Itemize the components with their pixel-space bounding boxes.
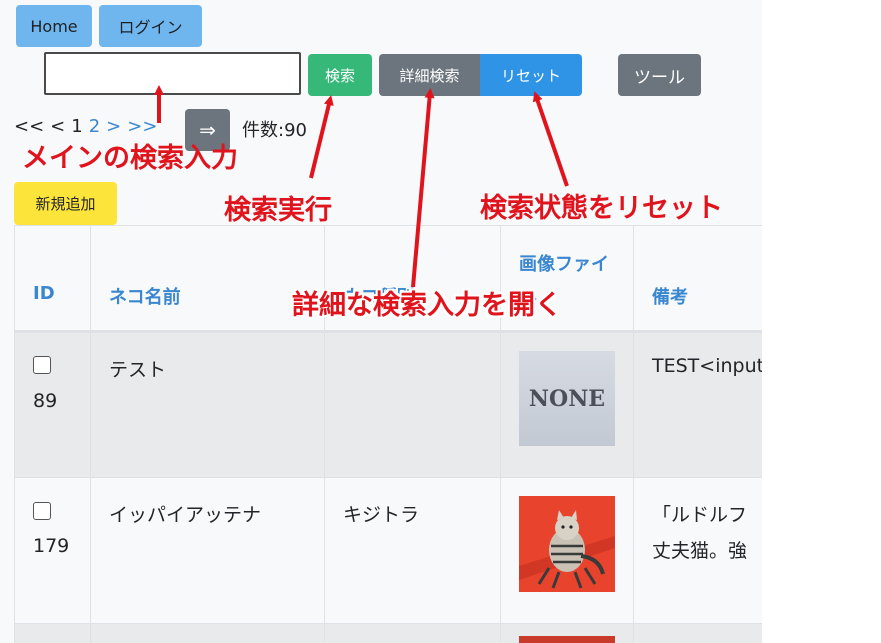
header-name[interactable]: ネコ名前: [109, 283, 181, 309]
annotation-main-search: メインの検索入力: [22, 143, 238, 174]
col-divider: [90, 225, 91, 643]
row-divider: [14, 623, 762, 624]
login-button[interactable]: ログイン: [99, 5, 202, 47]
pagination: << <1 2 > >>: [14, 116, 163, 137]
table-top-border: [14, 225, 762, 226]
col-divider: [633, 225, 634, 643]
row-id: 89: [33, 390, 58, 412]
cat-illustration: [519, 496, 615, 592]
annotation-run-search: 検索実行: [224, 195, 332, 226]
reset-button[interactable]: リセット: [480, 54, 582, 96]
row-image-thumbnail[interactable]: NONE: [519, 351, 615, 446]
home-button[interactable]: Home: [16, 5, 92, 47]
page-first-link[interactable]: <<: [14, 116, 44, 137]
none-image-text: NONE: [528, 385, 606, 412]
row-name: イッパイアッテナ: [109, 504, 262, 526]
page-next-link[interactable]: >: [106, 116, 121, 137]
row-id: 179: [33, 535, 70, 557]
page-prev-link[interactable]: <: [50, 116, 65, 137]
table-row: [14, 624, 762, 643]
tool-button[interactable]: ツール: [618, 54, 701, 96]
row-checkbox[interactable]: [33, 502, 51, 520]
new-record-button[interactable]: 新規追加: [14, 182, 117, 225]
row-note-line2: 丈夫猫。強: [652, 540, 748, 562]
annotation-reset-state: 検索状態をリセット: [480, 193, 723, 224]
row-note: TEST<input: [652, 355, 762, 377]
table-row: [14, 331, 762, 477]
detail-search-button[interactable]: 詳細検索: [379, 54, 480, 96]
record-count: 件数:90: [242, 120, 307, 141]
cat-photo-thumbnail[interactable]: [519, 496, 615, 592]
search-input[interactable]: [44, 52, 301, 95]
table-header-border: [14, 330, 762, 333]
header-id[interactable]: ID: [33, 283, 55, 304]
header-note[interactable]: 備考: [652, 283, 688, 309]
page-2-link[interactable]: 2: [89, 116, 100, 137]
row-checkbox[interactable]: [33, 356, 51, 374]
col-divider: [14, 225, 15, 643]
search-button[interactable]: 検索: [308, 54, 372, 96]
page-last-link[interactable]: >>: [127, 116, 157, 137]
row-image-thumbnail[interactable]: [519, 636, 615, 643]
row-note-line1: 「ルドルフ: [652, 504, 748, 526]
row-kind: キジトラ: [343, 504, 420, 526]
annotation-open-detail: 詳細な検索入力を開く: [292, 290, 562, 321]
row-name: テスト: [109, 359, 167, 381]
row-divider: [14, 477, 762, 478]
page-1-current: 1: [71, 116, 83, 137]
